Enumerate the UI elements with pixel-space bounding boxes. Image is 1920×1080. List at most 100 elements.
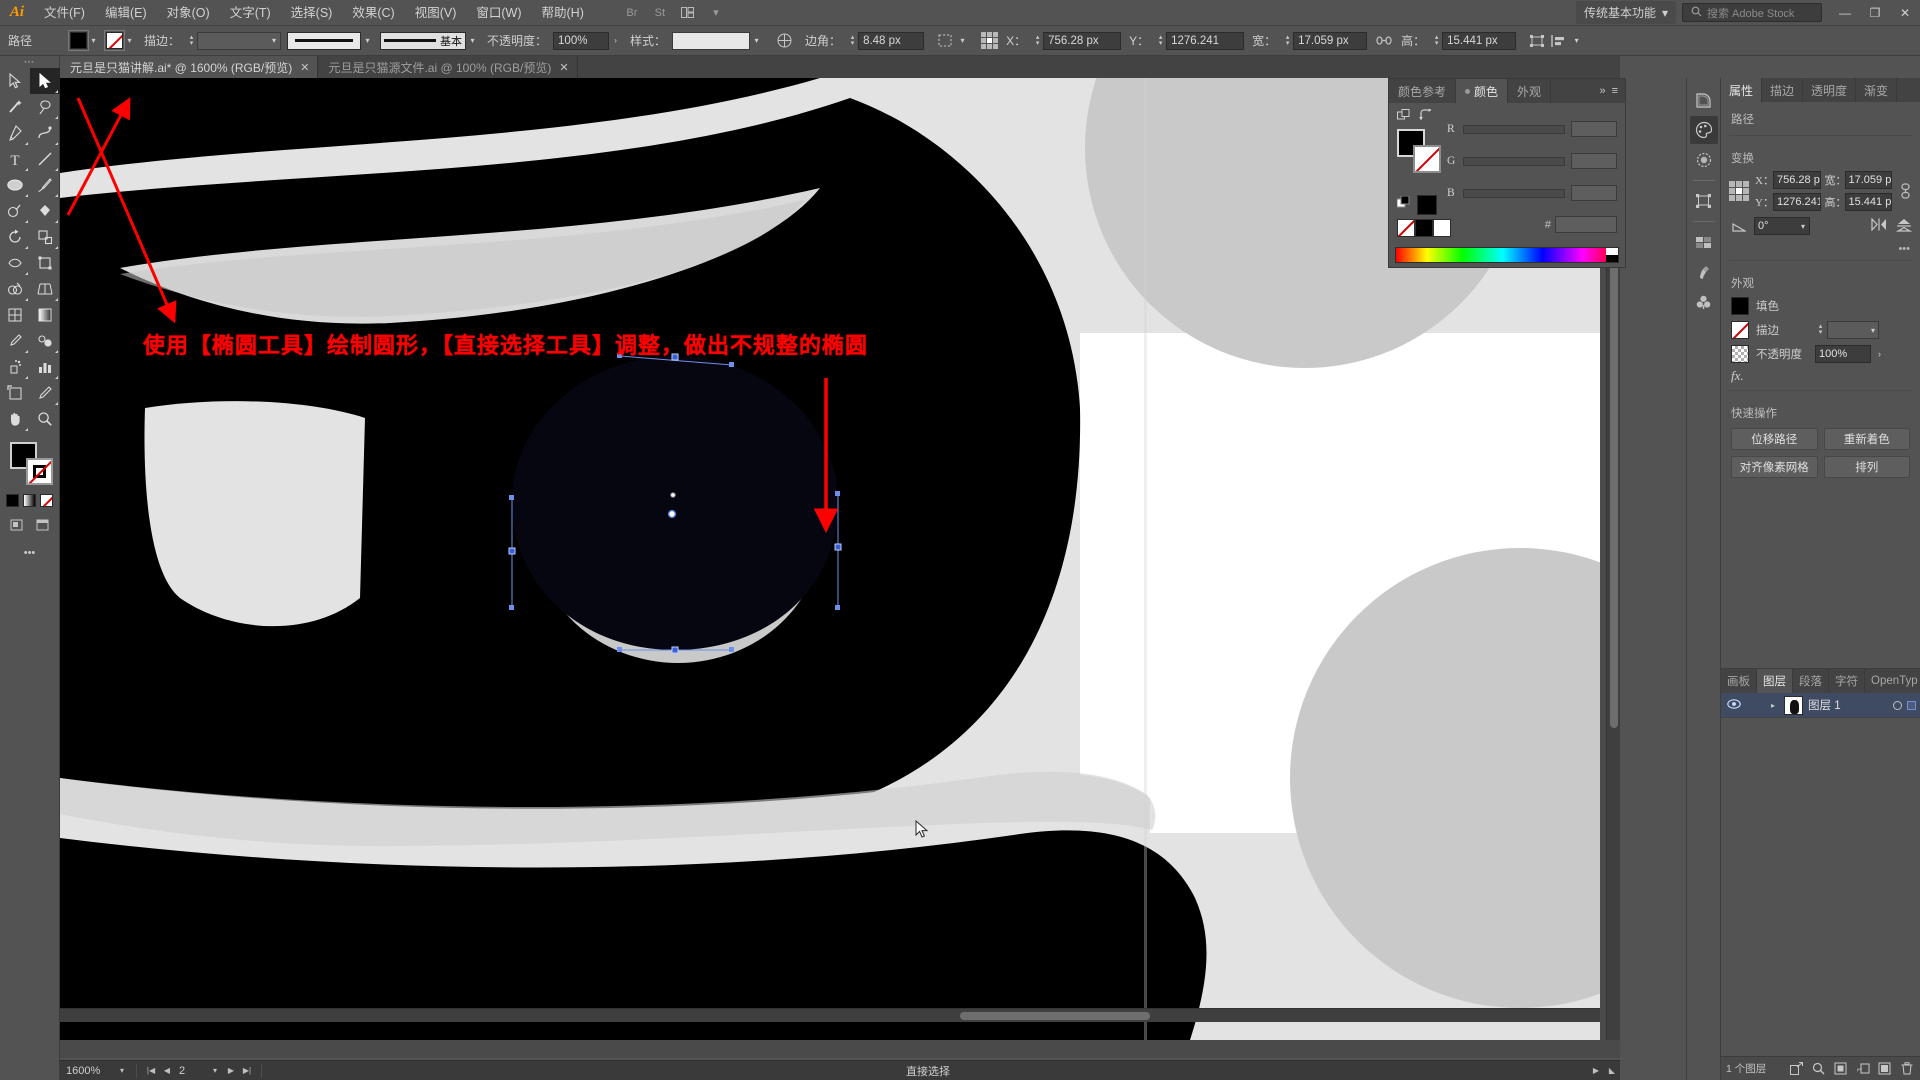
layer-name[interactable]: 图层 1 xyxy=(1808,697,1888,713)
width-input[interactable]: 17.059 p xyxy=(1844,171,1892,189)
change-screen-mode-icon[interactable] xyxy=(32,515,54,535)
tab-opentype[interactable]: OpenTyp xyxy=(1865,669,1920,693)
fill-row[interactable]: 填色 xyxy=(1721,294,1920,318)
flip-horizontal-icon[interactable] xyxy=(1871,217,1887,234)
tab-stroke[interactable]: 描边 xyxy=(1762,78,1804,102)
x-stepper[interactable]: ▴ ▾ xyxy=(1032,33,1043,49)
color-spectrum-bar[interactable] xyxy=(1395,247,1619,263)
reference-point-widget[interactable] xyxy=(1729,181,1749,201)
align-pixel-grid-button[interactable]: 对齐像素网格 xyxy=(1731,456,1818,478)
stock-search-field[interactable]: 搜索 Adobe Stock xyxy=(1682,3,1822,22)
pen-tool[interactable] xyxy=(0,120,30,146)
curvature-tool[interactable] xyxy=(30,120,60,146)
opacity-input[interactable]: 100% xyxy=(553,31,610,50)
gradient-swatch-icon[interactable] xyxy=(23,494,36,507)
fill-stroke-indicator[interactable] xyxy=(0,438,60,490)
gradient-tool[interactable] xyxy=(30,302,60,328)
status-resize-grip[interactable]: ◣ xyxy=(1604,1066,1620,1075)
workspace-switcher[interactable]: 传统基本功能 ▾ xyxy=(1575,1,1676,24)
align-chevron-down-icon[interactable]: ▾ xyxy=(1570,33,1583,49)
menu-edit[interactable]: 编辑(E) xyxy=(95,0,157,26)
lasso-tool[interactable] xyxy=(30,94,60,120)
stroke-weight-combo[interactable]: ▾ xyxy=(1827,321,1879,339)
opacity-expand-icon[interactable]: › xyxy=(609,33,622,49)
color-swatch-icon[interactable] xyxy=(6,494,19,507)
expand-panel-icon[interactable]: » xyxy=(1599,85,1605,97)
rotate-tool[interactable] xyxy=(0,224,30,250)
fx-button[interactable]: fx. xyxy=(1731,368,1910,384)
opacity-row[interactable]: 不透明度 100% › xyxy=(1721,342,1920,366)
menu-view[interactable]: 视图(V) xyxy=(405,0,467,26)
default-colors-icon[interactable] xyxy=(1396,195,1411,213)
brush-definition-combo[interactable]: 基本 xyxy=(380,31,467,50)
menu-file[interactable]: 文件(F) xyxy=(34,0,95,26)
color-fill-stroke-indicator[interactable] xyxy=(1397,129,1443,175)
last-color-swatch[interactable] xyxy=(1417,195,1437,215)
tab-color-guide[interactable]: 颜色参考 xyxy=(1389,79,1457,103)
scrollbar-thumb[interactable] xyxy=(960,1012,1150,1020)
menu-type[interactable]: 文字(T) xyxy=(220,0,281,26)
selection-square-icon[interactable] xyxy=(1907,700,1916,710)
artwork-canvas[interactable] xyxy=(60,78,1600,1040)
offset-path-button[interactable]: 位移路径 xyxy=(1731,428,1818,450)
width-tool[interactable] xyxy=(0,250,30,276)
menu-object[interactable]: 对象(O) xyxy=(157,0,220,26)
swap-arrow-icon[interactable] xyxy=(1419,108,1433,125)
mesh-tool[interactable] xyxy=(0,302,30,328)
eye-icon[interactable] xyxy=(1725,698,1743,712)
stroke-swatch[interactable] xyxy=(104,30,125,51)
menu-help[interactable]: 帮助(H) xyxy=(532,0,594,26)
pathfinder-icon[interactable] xyxy=(1690,228,1718,256)
shape-builder-tool[interactable] xyxy=(0,276,30,302)
channel-value-r[interactable] xyxy=(1571,121,1617,137)
draw-normal-icon[interactable] xyxy=(6,515,28,535)
artboard-tool[interactable] xyxy=(0,380,30,406)
arrange-chevron-down-icon[interactable]: ▾ xyxy=(703,2,729,24)
height-input[interactable]: 15.441 px xyxy=(1442,31,1517,50)
fill-chevron-down-icon[interactable]: ▾ xyxy=(87,33,100,49)
stock-icon[interactable]: St xyxy=(647,2,673,24)
menu-effect[interactable]: 效果(C) xyxy=(342,0,404,26)
brushes-icon[interactable] xyxy=(1690,258,1718,286)
link-dimensions-icon[interactable] xyxy=(1373,31,1395,51)
panel-menu-icon[interactable]: ≡ xyxy=(1612,85,1618,97)
height-input[interactable]: 15.441 p xyxy=(1844,193,1892,211)
none-color-swatch[interactable] xyxy=(1397,219,1415,237)
opacity-input[interactable]: 100% xyxy=(1815,345,1871,363)
tab-artboards[interactable]: 画板 xyxy=(1721,669,1757,693)
channel-value-b[interactable] xyxy=(1571,185,1617,201)
slider-row-b[interactable]: B xyxy=(1447,177,1617,209)
transform-panel-icon[interactable] xyxy=(1690,187,1718,215)
blend-tool[interactable] xyxy=(30,328,60,354)
status-expand-icon[interactable]: ▶ xyxy=(1588,1066,1604,1075)
selection-tool[interactable] xyxy=(0,68,30,94)
shaper-tool[interactable] xyxy=(0,198,30,224)
zoom-chevron-down-icon[interactable]: ▾ xyxy=(114,1066,130,1075)
slice-tool[interactable] xyxy=(30,380,60,406)
bridge-icon[interactable]: Br xyxy=(619,2,645,24)
minimize-button[interactable]: — xyxy=(1830,0,1860,26)
zoom-tool[interactable] xyxy=(30,406,60,432)
zoom-level-field[interactable]: 1600% xyxy=(60,1065,114,1077)
width-input[interactable]: 17.059 px xyxy=(1293,31,1368,50)
width-stepper[interactable]: ▴ ▾ xyxy=(1282,33,1293,49)
symbol-sprayer-tool[interactable] xyxy=(0,354,30,380)
hex-input[interactable] xyxy=(1555,216,1617,233)
prev-artboard-button[interactable]: ◀ xyxy=(159,1066,175,1075)
select-similar-icon[interactable] xyxy=(934,31,956,51)
recolor-button[interactable]: 重新着色 xyxy=(1823,428,1910,450)
ellipse-tool[interactable] xyxy=(0,172,30,198)
link-dimensions-icon[interactable] xyxy=(1898,183,1912,199)
create-new-sublayer-icon[interactable]: ⌐ xyxy=(1853,1059,1872,1078)
edit-toolbar-icon[interactable]: ••• xyxy=(19,543,41,563)
document-tab-active[interactable]: 元旦是只猫讲解.ai* @ 1600% (RGB/预览) ✕ xyxy=(60,56,319,78)
slider-row-g[interactable]: G xyxy=(1447,145,1617,177)
toolbar-grip[interactable]: ▪▪▪ xyxy=(0,56,59,68)
arrange-documents-icon[interactable] xyxy=(675,2,701,24)
x-input[interactable]: 756.28 px xyxy=(1043,31,1122,50)
locate-object-icon[interactable] xyxy=(1809,1059,1828,1078)
collect-for-export-icon[interactable] xyxy=(1787,1059,1806,1078)
tab-paragraph[interactable]: 段落 xyxy=(1793,669,1829,693)
tab-properties[interactable]: 属性 xyxy=(1721,78,1763,102)
fill-swatch[interactable] xyxy=(68,30,89,51)
